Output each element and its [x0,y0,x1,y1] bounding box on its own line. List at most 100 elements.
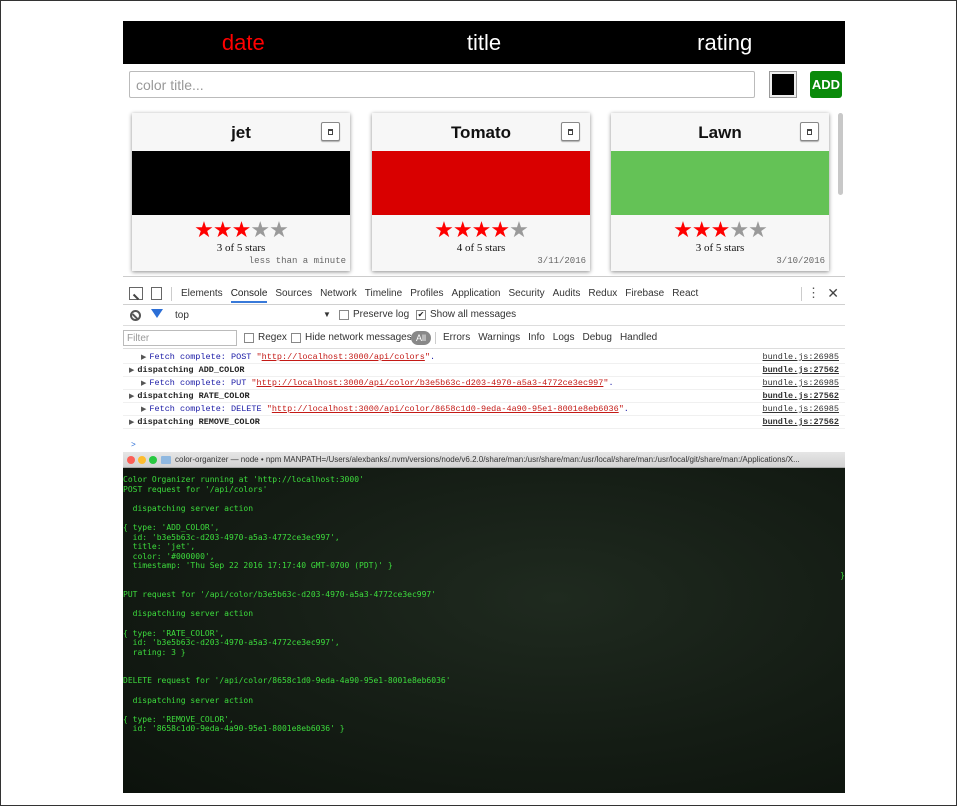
chevron-down-icon[interactable]: ▼ [323,310,331,319]
minimize-window-icon[interactable] [138,456,146,464]
source-link[interactable]: bundle.js:27562 [762,390,839,403]
sort-menu: date title rating [123,21,845,64]
console-message-text[interactable]: ▶ dispatching ADD_COLOR [129,364,245,377]
page-scrollbar[interactable] [838,113,843,195]
regex-checkbox[interactable] [244,333,254,343]
source-link[interactable]: bundle.js:27562 [762,364,839,377]
star-icon[interactable]: ★ [269,217,289,242]
console-filter-input[interactable] [123,330,237,346]
star-icon[interactable]: ★ [232,217,252,242]
star-icon[interactable]: ★ [472,217,492,242]
remove-color-button[interactable] [321,122,340,141]
tab-elements[interactable]: Elements [181,288,223,303]
tab-sources[interactable]: Sources [275,288,312,303]
console-message-text[interactable]: ▶ dispatching RATE_COLOR [129,390,250,403]
inspect-element-icon[interactable] [129,287,143,300]
color-card: Tomato ★★★★★ 4 of 5 stars 3/11/2016 [372,113,590,271]
star-icon[interactable]: ★ [453,217,473,242]
level-errors[interactable]: Errors [443,332,470,343]
expand-arrow-icon[interactable]: ▶ [141,405,146,413]
console-link[interactable]: http://localhost:3000/api/color/8658c1d0… [272,404,619,414]
color-title: Tomato [450,123,512,142]
star-icon[interactable]: ★ [434,217,454,242]
console-message-text[interactable]: ▶ dispatching REMOVE_COLOR [129,416,260,429]
level-info[interactable]: Info [528,332,545,343]
clear-console-icon[interactable] [130,310,141,321]
source-link[interactable]: bundle.js:26985 [762,377,839,390]
tab-profiles[interactable]: Profiles [410,288,443,303]
close-window-icon[interactable] [127,456,135,464]
star-icon[interactable]: ★ [673,217,693,242]
terminal-title: color-organizer — node • npm MANPATH=/Us… [175,455,800,464]
console-messages: ▶ Fetch complete: POST "http://localhost:… [123,351,845,463]
source-link[interactable]: bundle.js:26985 [762,403,839,416]
tab-redux[interactable]: Redux [588,288,617,303]
regex-label: Regex [258,332,287,343]
level-logs[interactable]: Logs [553,332,575,343]
tab-react[interactable]: React [672,288,698,303]
folder-icon [161,456,171,464]
trash-icon [807,128,812,135]
zoom-window-icon[interactable] [149,456,157,464]
star-icon[interactable]: ★ [711,217,731,242]
add-button[interactable]: ADD [810,71,842,98]
close-devtools-icon[interactable]: ✕ [827,285,839,302]
trash-icon [328,128,333,135]
star-icon[interactable]: ★ [490,217,510,242]
level-debug[interactable]: Debug [582,332,611,343]
tab-console[interactable]: Console [230,288,268,303]
tab-security[interactable]: Security [508,288,544,303]
sort-by-title[interactable]: title [364,30,605,56]
toolbar-divider [801,287,802,301]
show-all-messages-checkbox[interactable]: ✔ [416,310,426,320]
add-color-form: ADD [123,68,845,102]
expand-arrow-icon[interactable]: ▶ [141,353,146,361]
star-icon[interactable]: ★ [509,217,529,242]
expand-arrow-icon[interactable]: ▶ [129,366,134,374]
console-message-text: ▶ Fetch complete: POST "http://localhost:… [141,352,436,362]
preserve-log-checkbox[interactable] [339,310,349,320]
sort-by-date[interactable]: date [123,30,364,56]
remove-color-button[interactable] [561,122,580,141]
color-picker[interactable] [769,71,797,98]
device-toolbar-icon[interactable] [151,287,162,300]
console-message: ▶ Fetch complete: POST "http://localhost:… [123,351,845,364]
star-rating: ★★★★★ [372,219,590,241]
tab-network[interactable]: Network [320,288,357,303]
expand-arrow-icon[interactable]: ▶ [129,392,134,400]
star-icon[interactable]: ★ [748,217,768,242]
star-icon[interactable]: ★ [194,217,214,242]
tab-timeline[interactable]: Timeline [365,288,402,303]
star-icon[interactable]: ★ [250,217,270,242]
level-warnings[interactable]: Warnings [478,332,520,343]
timestamp: 3/10/2016 [776,256,825,266]
execution-context-select[interactable]: top [175,310,189,321]
expand-arrow-icon[interactable]: ▶ [141,379,146,387]
console-message: ▶ dispatching ADD_COLOR bundle.js:27562 [123,364,845,377]
console-link[interactable]: http://localhost:3000/api/color/b3e5b63c… [257,378,604,388]
source-link[interactable]: bundle.js:26985 [762,351,839,364]
hide-network-label: Hide network messages [305,332,412,343]
timestamp: less than a minute [248,256,346,266]
tab-application[interactable]: Application [452,288,501,303]
color-title-input[interactable] [129,71,755,98]
terminal-output[interactable]: Color Organizer running at 'http://local… [123,468,845,793]
filter-icon[interactable] [151,309,163,318]
star-icon[interactable]: ★ [729,217,749,242]
hide-network-checkbox[interactable] [291,333,301,343]
level-all-button[interactable]: All [411,331,432,345]
console-prompt[interactable]: > [131,441,136,450]
star-icon[interactable]: ★ [213,217,233,242]
color-card: jet ★★★★★ 3 of 5 stars less than a minut… [132,113,350,271]
tab-audits[interactable]: Audits [553,288,581,303]
sort-by-rating[interactable]: rating [604,30,845,56]
tab-firebase[interactable]: Firebase [625,288,664,303]
more-options-icon[interactable]: ⋮ [807,285,820,301]
source-link[interactable]: bundle.js:27562 [762,416,839,429]
rating-label: 3 of 5 stars [216,242,266,254]
expand-arrow-icon[interactable]: ▶ [129,418,134,426]
console-link[interactable]: http://localhost:3000/api/colors [262,352,425,362]
star-icon[interactable]: ★ [692,217,712,242]
level-handled[interactable]: Handled [620,332,657,343]
remove-color-button[interactable] [800,122,819,141]
